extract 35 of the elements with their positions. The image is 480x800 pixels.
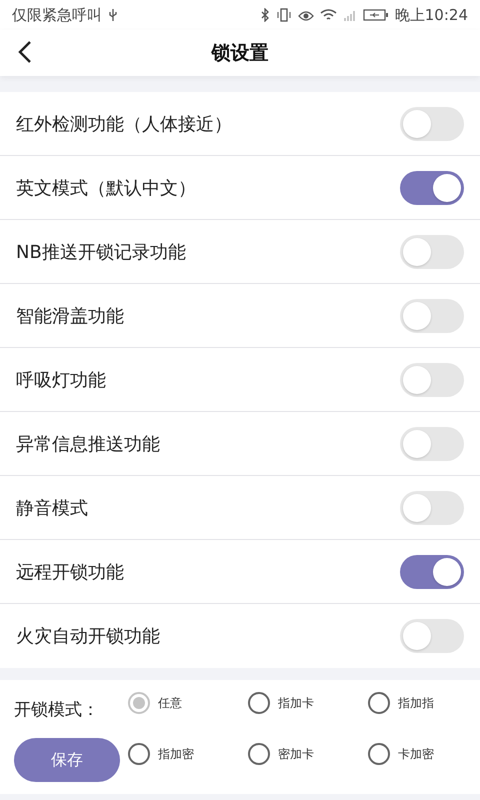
- radio-option[interactable]: 密加卡: [248, 739, 368, 769]
- toggle-switch[interactable]: [400, 362, 464, 396]
- setting-label: 呼吸灯功能: [16, 368, 106, 392]
- toggle-switch[interactable]: [400, 106, 464, 140]
- toggle-switch[interactable]: [400, 298, 464, 332]
- toggle-switch[interactable]: [400, 234, 464, 268]
- setting-label: 静音模式: [16, 496, 88, 520]
- wifi-icon: [320, 8, 337, 22]
- setting-label: 异常信息推送功能: [16, 432, 160, 456]
- radio-option[interactable]: 任意: [128, 688, 248, 718]
- setting-label: 远程开锁功能: [16, 560, 124, 584]
- battery-icon: [362, 8, 389, 22]
- setting-label: 火灾自动开锁功能: [16, 625, 160, 648]
- bluetooth-icon: [260, 8, 270, 22]
- vibrate-icon: [276, 8, 292, 22]
- radio-option[interactable]: 指加密: [128, 739, 248, 769]
- usb-icon: [108, 8, 118, 22]
- clock-text: 晚上10:24: [394, 6, 468, 24]
- radio-option[interactable]: 指加指: [368, 688, 478, 718]
- page-title: 锁设置: [212, 41, 268, 66]
- setting-label: 红外检测功能（人体接近）: [16, 112, 232, 136]
- toggle-switch[interactable]: [400, 554, 464, 588]
- mode-label: 开锁模式：: [14, 699, 100, 721]
- toggle-switch[interactable]: [400, 170, 464, 204]
- setting-label: 智能滑盖功能: [16, 304, 124, 328]
- setting-label: NB推送开锁记录功能: [16, 240, 186, 264]
- toggle-switch[interactable]: [400, 490, 464, 524]
- setting-label: 英文模式（默认中文）: [16, 176, 196, 200]
- signal-icon: [342, 8, 357, 22]
- carrier-text: 仅限紧急呼叫: [12, 6, 102, 24]
- toggle-switch[interactable]: [400, 426, 464, 460]
- radio-option[interactable]: 卡加密: [368, 739, 478, 769]
- save-button[interactable]: 保存: [14, 738, 120, 782]
- radio-option[interactable]: 指加卡: [248, 688, 368, 718]
- toggle-switch[interactable]: [400, 619, 464, 653]
